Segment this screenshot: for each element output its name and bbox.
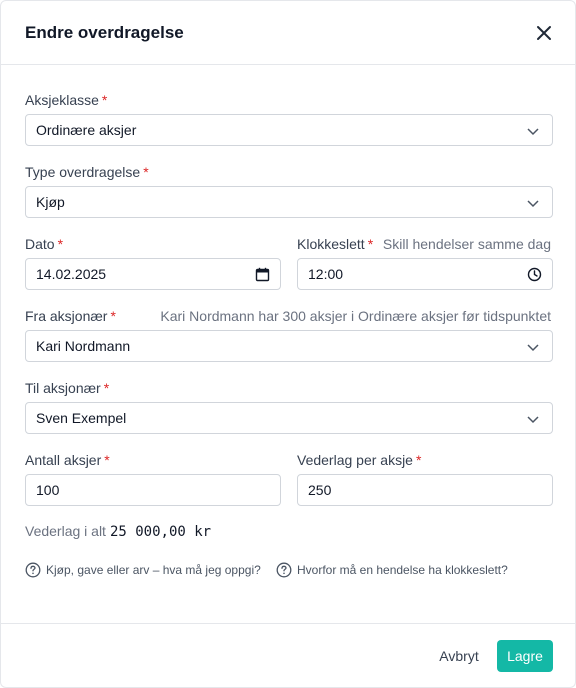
share-class-label-text: Aksjeklasse [25, 92, 99, 108]
chevron-down-icon [527, 416, 539, 424]
price-per-share-value: 250 [308, 482, 332, 498]
help-link-purchase-gift-inheritance[interactable]: Kjøp, gave eller arv – hva må jeg oppgi? [25, 562, 261, 578]
dialog-title: Endre overdragelse [25, 23, 184, 42]
date-value: 14.02.2025 [36, 266, 107, 282]
help-link-label: Kjøp, gave eller arv – hva må jeg oppgi? [46, 563, 261, 577]
share-count-input[interactable]: 100 [25, 474, 281, 506]
dialog-header: Endre overdragelse [1, 1, 575, 65]
price-per-share-label-text: Vederlag per aksje [297, 452, 413, 468]
date-label-text: Dato [25, 236, 55, 252]
date-label: Dato * [25, 236, 63, 252]
required-marker: * [110, 308, 116, 324]
total-consideration: Vederlag i alt 25 000,00 kr [25, 523, 211, 540]
close-icon[interactable] [533, 22, 555, 44]
required-marker: * [101, 92, 108, 108]
required-marker: * [415, 452, 422, 468]
share-class-value: Ordinære aksjer [36, 122, 137, 138]
date-input[interactable]: 14.02.2025 [25, 258, 281, 290]
transfer-type-label: Type overdragelse * [25, 164, 149, 180]
clock-icon[interactable] [527, 267, 542, 282]
share-count-label: Antall aksjer * [25, 452, 110, 468]
share-count-value: 100 [36, 482, 60, 498]
time-input[interactable]: 12:00 [297, 258, 553, 290]
required-marker: * [104, 452, 110, 468]
total-label: Vederlag i alt [25, 523, 106, 539]
transfer-type-value: Kjøp [36, 194, 65, 210]
required-marker: * [103, 380, 110, 396]
to-shareholder-select[interactable]: Sven Exempel [25, 402, 553, 434]
from-shareholder-select[interactable]: Kari Nordmann [25, 330, 553, 362]
help-link-why-time[interactable]: Hvorfor må en hendelse ha klokkeslett? [276, 562, 508, 578]
time-label-text: Klokkeslett [297, 236, 365, 252]
share-class-label: Aksjeklasse * [25, 92, 107, 108]
to-shareholder-value: Sven Exempel [36, 410, 127, 426]
edit-transfer-dialog: Endre overdragelse Aksjeklasse * Ordinære… [0, 0, 576, 688]
chevron-down-icon [527, 200, 539, 208]
cancel-button[interactable]: Avbryt [429, 640, 489, 672]
from-shareholder-label: Fra aksjonær * [25, 308, 116, 324]
from-shareholder-value: Kari Nordmann [36, 338, 131, 354]
transfer-type-label-text: Type overdragelse [25, 164, 141, 180]
required-marker: * [143, 164, 149, 180]
help-link-label: Hvorfor må en hendelse ha klokkeslett? [297, 563, 508, 577]
time-label: Klokkeslett * [297, 236, 373, 252]
calendar-icon[interactable] [255, 267, 270, 282]
chevron-down-icon [527, 344, 539, 352]
required-marker: * [367, 236, 374, 252]
time-value: 12:00 [308, 266, 344, 282]
transfer-type-select[interactable]: Kjøp [25, 186, 553, 218]
from-shareholder-hint: Kari Nordmann har 300 aksjer i Ordinære … [160, 308, 551, 324]
time-hint: Skill hendelser samme dag [382, 236, 551, 252]
help-circle-icon [25, 562, 41, 578]
required-marker: * [57, 236, 64, 252]
dialog-footer: Avbryt Lagre [1, 623, 575, 687]
save-button[interactable]: Lagre [497, 640, 553, 672]
to-shareholder-label-text: Til aksjonær [25, 380, 101, 396]
from-shareholder-label-text: Fra aksjonær [25, 308, 108, 324]
help-circle-icon [276, 562, 292, 578]
price-per-share-label: Vederlag per aksje * [297, 452, 421, 468]
share-count-label-text: Antall aksjer [25, 452, 102, 468]
chevron-down-icon [527, 128, 539, 136]
share-class-select[interactable]: Ordinære aksjer [25, 114, 553, 146]
price-per-share-input[interactable]: 250 [297, 474, 553, 506]
to-shareholder-label: Til aksjonær * [25, 380, 109, 396]
total-value: 25 000,00 kr [109, 524, 212, 540]
